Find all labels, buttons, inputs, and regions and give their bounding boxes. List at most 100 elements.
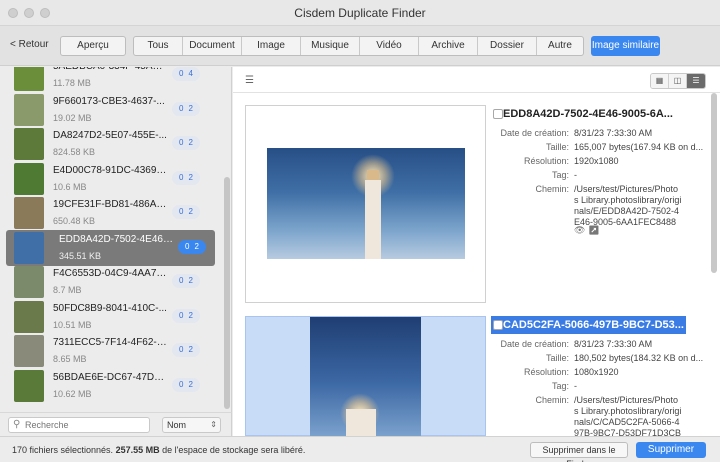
file-name: F4C6553D-04C9-4AA7-... (53, 268, 168, 279)
file-name: 7311ECC5-7F14-4F62-A... (53, 337, 168, 348)
sidebar-scrollbar[interactable] (224, 177, 230, 409)
file-name: 50FDC8B9-8041-410C-... (53, 302, 167, 314)
back-button[interactable]: < Retour (10, 39, 49, 50)
total-count: 2 (188, 276, 193, 285)
created-label: Date de création: (500, 339, 569, 349)
eye-icon[interactable]: 👁 (574, 225, 585, 235)
file-thumbnail (14, 335, 44, 367)
file-size: 8.65 MB (53, 354, 87, 364)
duplicate-count-badge: 02 (172, 308, 200, 323)
list-item[interactable]: 9F660173-CBE3-4637-... 19.02 MB 0 2 (0, 92, 224, 128)
detail-view-icon[interactable]: ☰ (687, 74, 705, 88)
file-actions-1: 👁 ↗ (574, 225, 599, 236)
duplicate-count-badge: 02 (172, 101, 200, 116)
preview-card-selected[interactable] (245, 316, 486, 437)
size-value: 180,502 bytes(184.32 KB on d... (574, 353, 704, 363)
duplicate-count-badge: 02 (178, 239, 206, 254)
tab-video[interactable]: Vidéo (360, 37, 419, 55)
similar-image-button[interactable]: Image similaire (591, 36, 660, 56)
file-name-1[interactable]: EDD8A42D-7502-4E46-9005-6A... (491, 105, 686, 123)
list-item[interactable]: E4D00C78-91DC-4369-... 10.6 MB 0 2 (0, 161, 224, 197)
file-thumbnail (14, 162, 44, 195)
tag-label: Tag: (551, 381, 569, 391)
file-list-sidebar: 5AEDBCA0-334F-45A3-...11.78 MB049F660173… (0, 67, 232, 412)
list-item[interactable]: F4C6553D-04C9-4AA7-... 8.7 MB 0 2 (0, 264, 224, 300)
image-preview (310, 317, 421, 437)
window-title: Cisdem Duplicate Finder (294, 6, 426, 20)
file-name-2[interactable]: CAD5C2FA-5066-497B-9BC7-D53... (491, 316, 686, 334)
tag-value: - (574, 170, 577, 180)
grid-view-icon[interactable]: ▦ (651, 74, 669, 88)
selected-count: 0 (185, 241, 190, 251)
list-item[interactable]: EDD8A42D-7502-4E46-... 345.51 KB 0 2 (6, 229, 215, 266)
list-options-icon[interactable]: ☰ (245, 75, 254, 86)
file-size: 345.51 KB (59, 250, 102, 261)
preview-card[interactable] (245, 105, 486, 303)
total-count: 2 (188, 310, 193, 320)
file-name: 5AEDBCA0-334F-45A3-... (53, 67, 168, 72)
file-thumbnail (14, 369, 44, 402)
footer-bar: 170 fichiers sélectionnés. 257.55 MB de … (0, 436, 720, 462)
path-value: /Users/test/Pictures/Photos Library.phot… (574, 184, 682, 227)
file-name-text-2: CAD5C2FA-5066-497B-9BC7-D53... (503, 319, 684, 331)
sort-select[interactable]: Nom ⇕ (162, 417, 221, 433)
created-value: 8/31/23 7:33:30 AM (574, 128, 653, 138)
tab-archive[interactable]: Archive (419, 37, 478, 55)
selected-count: 0 (179, 207, 184, 216)
selected-count: 0 (179, 276, 184, 285)
preview-scrollbar[interactable] (711, 93, 717, 273)
resolution-label: Résolution: (523, 367, 569, 377)
resolution-value: 1080x1920 (574, 367, 619, 377)
list-item[interactable]: 19CFE31F-BD81-486A-B... 650.48 KB 0 2 (0, 195, 224, 231)
tab-autre[interactable]: Autre (537, 37, 583, 55)
search-input[interactable] (25, 419, 145, 431)
open-external-icon[interactable]: ↗ (588, 225, 599, 235)
duplicate-count-badge: 02 (172, 343, 200, 357)
delete-button[interactable]: Supprimer (636, 442, 706, 458)
file-thumbnail (14, 67, 44, 91)
total-count: 4 (188, 69, 193, 78)
duplicate-count-badge: 02 (172, 274, 200, 288)
file-thumbnail (14, 231, 44, 264)
total-count: 2 (188, 379, 193, 389)
selected-count: 0 (179, 379, 184, 389)
compare-view-icon[interactable]: ◫ (669, 74, 687, 88)
list-item[interactable]: 56BDAE6E-DC67-47DD-... 10.62 MB 0 2 (0, 368, 224, 404)
file-name: 9F660173-CBE3-4637-... (53, 95, 165, 107)
file-size: 10.6 MB (53, 181, 87, 192)
selected-count: 0 (179, 103, 184, 113)
total-count: 2 (188, 138, 193, 147)
tag-value: - (574, 381, 577, 391)
duplicate-count-badge: 02 (172, 205, 200, 219)
preview-button[interactable]: Aperçu (60, 36, 126, 56)
file-checkbox-1[interactable] (493, 109, 503, 119)
preview-panel: ☰ ▦ ◫ ☰ EDD8A42D-7502-4E46-9005-6A... Da… (233, 67, 720, 437)
file-size: 19.02 MB (53, 112, 92, 123)
created-label: Date de création: (500, 128, 569, 138)
file-size: 10.51 MB (53, 319, 92, 330)
search-icon: ⚲ (13, 419, 21, 430)
resolution-value: 1920x1080 (574, 156, 619, 166)
tab-image[interactable]: Image (242, 37, 301, 55)
list-item[interactable]: 5AEDBCA0-334F-45A3-... 11.78 MB 04 (0, 67, 224, 93)
file-checkbox-2[interactable] (493, 320, 503, 330)
lighthouse-lamp (367, 170, 379, 180)
file-thumbnail (14, 128, 44, 160)
file-name: EDD8A42D-7502-4E46-... (59, 233, 174, 245)
tab-dossier[interactable]: Dossier (478, 37, 537, 55)
tab-musique[interactable]: Musique (301, 37, 360, 55)
search-box[interactable]: ⚲ (8, 417, 150, 433)
total-count: 2 (188, 345, 193, 354)
file-size: 824.58 KB (53, 147, 96, 157)
delete-in-finder-button[interactable]: Supprimer dans le Finder (530, 442, 628, 462)
tab-tous[interactable]: Tous (134, 37, 183, 55)
selected-count: 0 (179, 69, 184, 78)
list-item[interactable]: DA8247D2-5E07-455E-... 824.58 KB 0 2 (0, 126, 224, 162)
file-name: 19CFE31F-BD81-486A-B... (53, 199, 168, 210)
preview-topbar: ☰ ▦ ◫ ☰ (233, 67, 720, 93)
size-label: Taille: (545, 142, 569, 152)
file-size: 650.48 KB (53, 216, 96, 226)
list-item[interactable]: 50FDC8B9-8041-410C-... 10.51 MB 0 2 (0, 299, 224, 335)
list-item[interactable]: 7311ECC5-7F14-4F62-A... 8.65 MB 0 2 (0, 333, 224, 369)
tab-document[interactable]: Document (183, 37, 242, 55)
